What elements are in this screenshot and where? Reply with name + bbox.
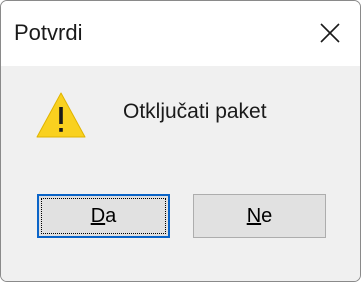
close-button[interactable] [300, 1, 360, 66]
yes-button-label: Da [91, 205, 117, 227]
no-label-rest: e [261, 205, 273, 227]
title-bar[interactable]: Potvrdi [1, 1, 360, 66]
no-button[interactable]: Ne [193, 194, 326, 238]
yes-button[interactable]: Da [37, 194, 170, 238]
close-icon [320, 23, 340, 43]
yes-mnemonic: D [90, 205, 106, 227]
window-title: Potvrdi [14, 20, 83, 45]
warning-icon [36, 92, 86, 138]
no-mnemonic: N [246, 205, 262, 227]
yes-label-rest: a [105, 205, 117, 227]
dialog-message: Otključati paket [123, 100, 267, 123]
dialog-body: Otključati paket Da Ne [1, 66, 360, 281]
confirm-dialog: Potvrdi Otključati paket Da Ne [0, 0, 361, 282]
no-button-label: Ne [247, 205, 273, 227]
